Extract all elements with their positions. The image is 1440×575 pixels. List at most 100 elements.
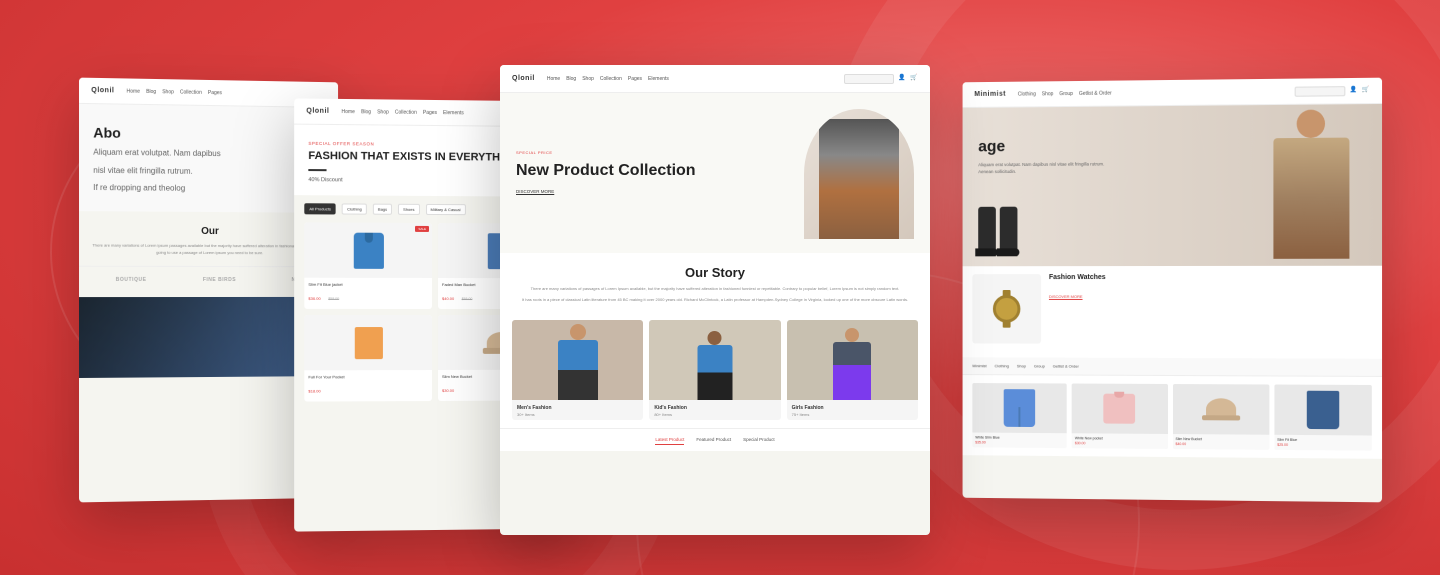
tab-featured[interactable]: Featured Product	[696, 435, 731, 445]
tshirt-pink-icon	[1104, 394, 1136, 424]
nav-home[interactable]: Home	[127, 88, 140, 94]
product-img-3	[304, 315, 432, 370]
grid-img-2	[1072, 384, 1168, 434]
product-old-price-2: $55.00	[462, 297, 473, 301]
grid-product-2[interactable]: White New pocket $30.00	[1072, 384, 1168, 449]
fashion-label-kids: Kid's Fashion 80+ Items	[649, 400, 780, 420]
brand-1: BOUTIQUE	[116, 277, 147, 283]
grid-img-1	[972, 383, 1067, 433]
product-showcase-right: Fashion Watches DISCOVER MORE	[963, 266, 1382, 359]
grid-name-4: Slim Fit Blue	[1277, 438, 1369, 443]
jeans-small-icon-2	[1307, 391, 1339, 430]
product-card-1[interactable]: SALE Slim Fit Blue jacket $36.00 $58.00	[304, 223, 432, 310]
fashion-sub-kids: 80+ Items	[654, 412, 775, 417]
product-pricing-1: $36.00 $58.00	[308, 287, 428, 305]
showcase-info-watches: Fashion Watches DISCOVER MORE	[1049, 274, 1372, 345]
nav-links-left: Home Blog Shop Collection Pages	[127, 88, 222, 96]
nav-links-center: Home Blog Shop Collection Pages Elements	[547, 76, 669, 82]
grid-product-1[interactable]: White Slim Blue $35.00	[972, 383, 1067, 448]
discover-watches-link[interactable]: DISCOVER MORE	[1049, 294, 1083, 299]
filter-shoes[interactable]: Shoes	[398, 204, 419, 215]
hero-tag-center: SPECIAL PRICE	[516, 150, 804, 155]
fashion-item-kids[interactable]: Kid's Fashion 80+ Items	[649, 320, 780, 420]
story-text-1: There are many variations of passages of…	[520, 286, 910, 293]
hero-person-silhouette	[819, 119, 899, 239]
search-bar-right[interactable]	[1295, 86, 1346, 97]
screen-center-main: Qlonil Home Blog Shop Collection Pages E…	[500, 65, 930, 535]
search-bar-center[interactable]	[844, 74, 894, 84]
fashion-sub-girls: 75+ Items	[792, 412, 913, 417]
fashion-label-mens: Men's Fashion 30+ Items	[512, 400, 643, 420]
logo-left: Qlonil	[91, 87, 114, 94]
product-old-price-1: $58.00	[328, 297, 339, 301]
fashion-label-girls: Girls Fashion 75+ Items	[787, 400, 918, 420]
grid-price-1: $35.00	[975, 440, 1064, 445]
grid-info-1: White Slim Blue $35.00	[972, 433, 1067, 449]
hero-image-center	[804, 109, 914, 239]
grid-price-4: $25.00	[1277, 443, 1369, 448]
filter-bags[interactable]: Bags	[373, 204, 392, 215]
navbar-icons-right: 👤 🛒	[1295, 85, 1370, 96]
story-text-2: It has roots in a piece of classical Lat…	[520, 297, 910, 304]
hero-title-right: age	[978, 136, 1116, 156]
product-info-1: Slim Fit Blue jacket $36.00 $58.00	[304, 278, 432, 309]
tab-special[interactable]: Special Product	[743, 435, 775, 445]
navbar-icons-center: 👤 🛒	[844, 74, 918, 84]
fashion-img-mens	[512, 320, 643, 400]
grid-product-3[interactable]: Slim New Bucket $40.00	[1172, 384, 1269, 450]
cart-icon-center[interactable]: 🛒	[910, 74, 918, 82]
grid-img-4	[1274, 385, 1372, 436]
hero-subtitle-right: Aliquam erat volutpat. Nam dapibus nisl …	[978, 162, 1116, 176]
discover-more-link[interactable]: DISCOVER MORE	[516, 189, 554, 194]
screen-right-fashion: Minimist Clothing Shop Group Getlist & O…	[963, 78, 1382, 503]
hero-text-right: age Aliquam erat volutpat. Nam dapibus n…	[978, 136, 1116, 175]
product-price-3: $18.00	[308, 389, 320, 394]
fashion-item-girls[interactable]: Girls Fashion 75+ Items	[787, 320, 918, 420]
nav-links-right: Clothing Shop Group Getlist & Order	[1018, 90, 1112, 97]
brand-2: FINE BIRDS	[203, 277, 236, 283]
product-price-1: $36.00	[308, 296, 320, 301]
product-img-1: SALE	[304, 223, 432, 279]
product-info-3: Full For Your Pocket $18.00	[304, 370, 432, 402]
bottom-tabs-center: Latest Product Featured Product Special …	[500, 428, 930, 451]
nav-collection[interactable]: Collection	[180, 89, 202, 95]
nav-shop[interactable]: Shop	[162, 89, 174, 95]
user-icon-right[interactable]: 👤	[1349, 86, 1357, 94]
grid-name-3: Slim New Bucket	[1175, 437, 1266, 442]
user-icon-center[interactable]: 👤	[898, 74, 906, 82]
grid-name-1: White Slim Blue	[975, 435, 1064, 440]
filter-all[interactable]: All Products	[304, 203, 336, 214]
hero-person-right	[1260, 109, 1361, 266]
fashion-title-mens: Men's Fashion	[517, 405, 638, 411]
fashion-item-mens[interactable]: Men's Fashion 30+ Items	[512, 320, 643, 420]
showcase-watches: Fashion Watches DISCOVER MORE	[972, 274, 1371, 345]
fashion-title-kids: Kid's Fashion	[654, 405, 775, 411]
product-price-2: $40.00	[442, 296, 454, 301]
grid-products-right: White Slim Blue $35.00 White New pocket …	[963, 375, 1382, 459]
tab-latest[interactable]: Latest Product	[655, 435, 684, 445]
product-label-1: SALE	[415, 226, 429, 232]
filter-military[interactable]: Military & Casual	[426, 204, 466, 215]
watch-icon	[993, 295, 1020, 323]
cart-icon-right[interactable]: 🛒	[1362, 85, 1370, 93]
hero-right: age Aliquam erat volutpat. Nam dapibus n…	[963, 104, 1382, 266]
boots-display	[978, 207, 1017, 257]
jeans-small-icon-1	[1004, 389, 1035, 427]
nav-links-center-left: Home Blog Shop Collection Pages Elements	[342, 108, 464, 115]
product-pricing-3: $18.00	[308, 379, 428, 398]
grid-product-4[interactable]: Slim Fit Blue $25.00	[1274, 385, 1372, 451]
screens-container: Qlonil Home Blog Shop Collection Pages A…	[0, 0, 1440, 575]
nav-pages[interactable]: Pages	[208, 89, 222, 95]
product-card-3[interactable]: Full For Your Pocket $18.00	[304, 315, 432, 402]
nav-blog[interactable]: Blog	[146, 88, 156, 94]
grid-info-4: Slim Fit Blue $25.00	[1274, 435, 1372, 451]
grid-name-2: White New pocket	[1075, 436, 1165, 441]
hero-title-left: AboAliquam erat volutpat. Nam dapibusnis…	[93, 124, 324, 197]
navbar-right: Minimist Clothing Shop Group Getlist & O…	[963, 78, 1382, 108]
fashion-img-girls	[787, 320, 918, 400]
fashion-grid-center: Men's Fashion 30+ Items Kid's Fashion	[500, 312, 930, 428]
hat-small-icon	[1206, 398, 1236, 420]
hero-title-center: New Product Collection	[516, 161, 804, 180]
grid-info-3: Slim New Bucket $40.00	[1172, 434, 1269, 450]
filter-clothing[interactable]: Clothing	[342, 204, 367, 215]
